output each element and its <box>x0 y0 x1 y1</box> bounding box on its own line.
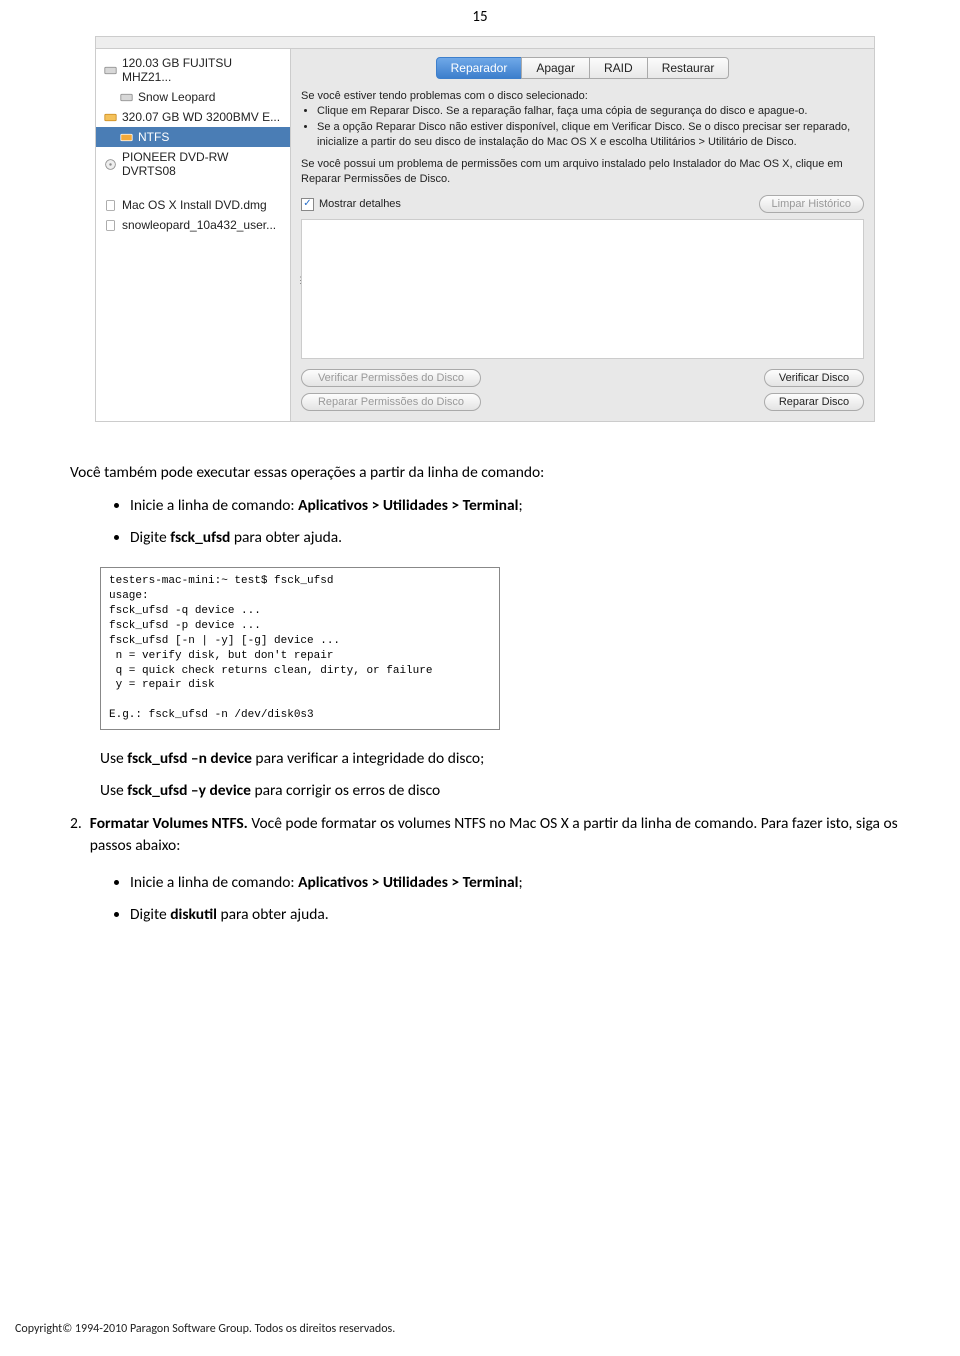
log-area: ⋮ <box>301 219 864 359</box>
sidebar-item-label: NTFS <box>138 130 169 144</box>
disk-utility-window: 120.03 GB FUJITSU MHZ21... Snow Leopard … <box>95 36 875 422</box>
sidebar-item-label: PIONEER DVD-RW DVRTS08 <box>122 150 282 178</box>
dmg-icon <box>104 199 117 212</box>
sidebar-item-dmg1[interactable]: Mac OS X Install DVD.dmg <box>96 195 290 215</box>
sidebar-item-wd[interactable]: 320.07 GB WD 3200BMV E... <box>96 107 290 127</box>
tab-apagar[interactable]: Apagar <box>521 57 590 79</box>
main-panel: Reparador Apagar RAID Restaurar Se você … <box>291 49 874 421</box>
paragraph: Use fsck_ufsd –n device para verificar a… <box>70 748 900 770</box>
optical-icon <box>104 158 117 171</box>
numbered-item: 2. Formatar Volumes NTFS. Você pode form… <box>70 813 900 858</box>
repair-permissions-button[interactable]: Reparar Permissões do Disco <box>301 393 481 411</box>
sidebar-item-label: 320.07 GB WD 3200BMV E... <box>122 110 280 124</box>
sidebar-item-ntfs[interactable]: NTFS <box>96 127 290 147</box>
bullet-item: Digite fsck_ufsd para obter ajuda. <box>130 527 900 549</box>
help-block-1: Se você estiver tendo problemas com o di… <box>301 89 864 149</box>
window-toolbar <box>96 37 874 49</box>
clear-history-button[interactable]: Limpar Histórico <box>759 195 864 213</box>
sidebar-item-label: 120.03 GB FUJITSU MHZ21... <box>122 56 282 84</box>
bullet-item: Inicie a linha de comando: Aplicativos >… <box>130 495 900 517</box>
disk-icon <box>120 91 133 104</box>
repair-disk-button[interactable]: Reparar Disco <box>764 393 864 411</box>
help-intro: Se você estiver tendo problemas com o di… <box>301 89 864 104</box>
tab-reparador[interactable]: Reparador <box>436 57 523 79</box>
terminal-output: testers-mac-mini:~ test$ fsck_ufsd usage… <box>100 567 500 729</box>
sidebar-item-label: Snow Leopard <box>138 90 215 104</box>
dmg-icon <box>104 219 117 232</box>
disk-ext-icon <box>104 111 117 124</box>
help-bullet: Clique em Reparar Disco. Se a reparação … <box>317 104 864 119</box>
disk-orange-icon <box>120 131 133 144</box>
tab-raid[interactable]: RAID <box>589 57 648 79</box>
paragraph: Use fsck_ufsd –y device para corrigir os… <box>70 780 900 802</box>
paragraph: Você também pode executar essas operaçõe… <box>70 462 900 484</box>
help-bullet: Se a opção Reparar Disco não estiver dis… <box>317 120 864 150</box>
document-body: Você também pode executar essas operaçõe… <box>0 442 960 927</box>
show-details-checkbox[interactable]: ✓ <box>301 198 314 211</box>
sidebar-item-dmg2[interactable]: snowleopard_10a432_user... <box>96 215 290 235</box>
show-details-label: Mostrar detalhes <box>319 198 401 210</box>
sidebar-item-pioneer[interactable]: PIONEER DVD-RW DVRTS08 <box>96 147 290 181</box>
bullet-item: Inicie a linha de comando: Aplicativos >… <box>130 872 900 894</box>
resize-handle-icon[interactable]: ⋮ <box>296 275 301 285</box>
tab-bar: Reparador Apagar RAID Restaurar <box>301 57 864 79</box>
sidebar-item-fujitsu[interactable]: 120.03 GB FUJITSU MHZ21... <box>96 53 290 87</box>
tab-restaurar[interactable]: Restaurar <box>647 57 730 79</box>
footer-copyright: Copyright© 1994-2010 Paragon Software Gr… <box>15 1322 395 1336</box>
sidebar-item-label: snowleopard_10a432_user... <box>122 218 276 232</box>
disk-sidebar: 120.03 GB FUJITSU MHZ21... Snow Leopard … <box>96 49 291 421</box>
help-block-2: Se você possui um problema de permissões… <box>301 157 864 187</box>
sidebar-item-label: Mac OS X Install DVD.dmg <box>122 198 267 212</box>
sidebar-item-snowleopard[interactable]: Snow Leopard <box>96 87 290 107</box>
disk-icon <box>104 64 117 77</box>
page-number: 15 <box>0 0 960 36</box>
bullet-item: Digite diskutil para obter ajuda. <box>130 904 900 926</box>
verify-disk-button[interactable]: Verificar Disco <box>764 369 864 387</box>
verify-permissions-button[interactable]: Verificar Permissões do Disco <box>301 369 481 387</box>
